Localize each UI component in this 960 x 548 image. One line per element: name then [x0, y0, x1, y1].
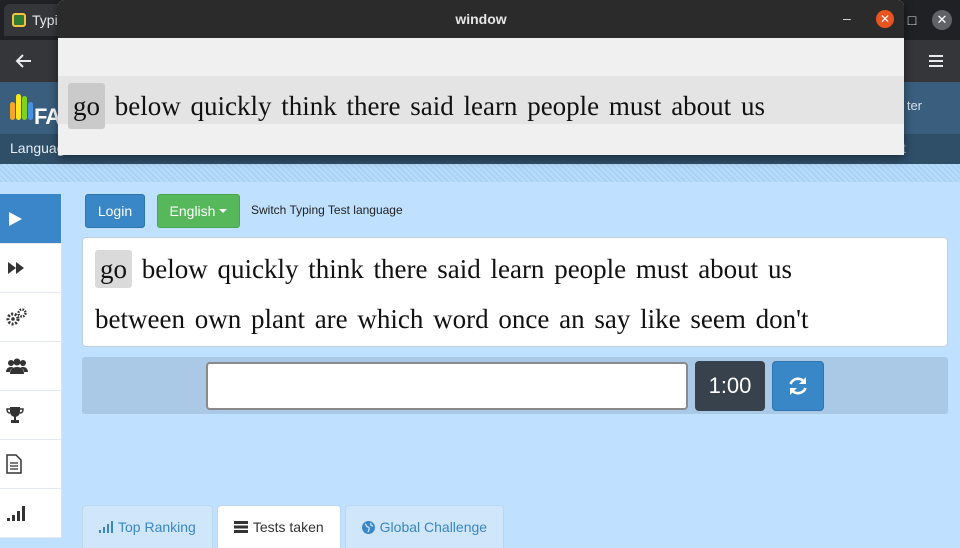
word: learn	[490, 254, 545, 284]
document-icon	[6, 454, 22, 474]
trophy-icon	[6, 407, 24, 423]
word: about	[698, 254, 759, 284]
language-dropdown-label: English	[169, 203, 216, 219]
list-icon	[233, 521, 248, 533]
tab-global-challenge[interactable]: Global Challenge	[344, 505, 505, 548]
caret-down-icon	[219, 209, 228, 213]
words-line-2: between own plant are which word once an…	[95, 294, 935, 344]
tab-label: Top Ranking	[118, 519, 196, 535]
browser-tab[interactable]: Typi	[4, 4, 66, 36]
site-favicon-icon	[12, 13, 26, 27]
header-pattern-stripe	[0, 164, 960, 182]
globe-icon	[361, 520, 375, 534]
word: are	[314, 304, 348, 334]
popup-titlebar: window – ✕	[58, 0, 904, 38]
word: us	[767, 254, 792, 284]
nav-languages-link[interactable]: Languag	[10, 140, 65, 156]
word: go	[95, 250, 132, 288]
minimize-icon[interactable]: –	[843, 10, 851, 26]
word: below	[141, 254, 208, 284]
tab-tests-taken[interactable]: Tests taken	[216, 505, 341, 548]
left-sidebar	[0, 194, 62, 538]
browser-window-controls: □ ✕	[898, 0, 960, 40]
play-icon	[9, 211, 22, 226]
word: us	[740, 91, 765, 121]
typing-input[interactable]	[206, 362, 688, 410]
sidebar-item-advanced[interactable]	[0, 244, 61, 293]
word: there	[373, 254, 428, 284]
gears-icon	[6, 308, 27, 326]
sidebar-item-typing-test[interactable]	[0, 194, 61, 244]
sidebar-item-statistics[interactable]	[0, 489, 61, 538]
browser-close-icon[interactable]: ✕	[932, 10, 952, 30]
signal-bars-icon	[7, 506, 25, 521]
hand-logo-icon	[8, 92, 34, 130]
browser-menu-icon[interactable]	[924, 49, 948, 73]
word: go	[68, 83, 105, 129]
word: an	[559, 304, 585, 334]
word-popup-window: window – ✕ go below quickly think there …	[58, 0, 904, 155]
restart-button[interactable]	[772, 361, 824, 411]
word: think	[308, 254, 364, 284]
word: must	[635, 254, 689, 284]
tab-label: Global Challenge	[379, 519, 488, 535]
word: there	[346, 91, 401, 121]
word: between	[95, 304, 185, 334]
back-arrow-icon[interactable]	[12, 49, 36, 73]
tab-top-ranking[interactable]: Top Ranking	[82, 505, 213, 548]
word: learn	[463, 91, 518, 121]
results-tabs: Top Ranking Tests taken Global Challenge	[82, 505, 505, 548]
word: don't	[755, 304, 809, 334]
word: must	[608, 91, 662, 121]
word: people	[554, 254, 627, 284]
popup-word-line: go below quickly think there said learn …	[58, 76, 904, 129]
language-dropdown[interactable]: English	[157, 194, 240, 228]
popup-title: window	[455, 11, 507, 27]
word: people	[527, 91, 600, 121]
bar-chart-icon	[99, 521, 113, 533]
word: plant	[250, 304, 305, 334]
users-icon	[6, 358, 28, 374]
input-row: 1:00	[82, 357, 948, 414]
words-display: go below quickly think there said learn …	[82, 237, 948, 347]
word: quickly	[190, 91, 272, 121]
sidebar-item-competitions[interactable]	[0, 391, 61, 440]
header-link[interactable]: ter	[907, 98, 922, 113]
sidebar-item-multiplayer[interactable]	[0, 342, 61, 391]
word: said	[410, 91, 454, 121]
refresh-icon	[789, 377, 807, 395]
countdown-timer: 1:00	[695, 361, 765, 411]
popup-close-icon[interactable]: ✕	[876, 10, 894, 28]
fast-forward-icon	[8, 262, 24, 274]
word: about	[671, 91, 732, 121]
tab-label: Tests taken	[252, 519, 324, 535]
word: once	[498, 304, 550, 334]
word: word	[433, 304, 489, 334]
word: like	[640, 304, 681, 334]
words-line-1: go below quickly think there said learn …	[95, 244, 935, 294]
language-hint-text: Switch Typing Test language	[251, 203, 403, 217]
login-button[interactable]: Login	[85, 194, 145, 228]
browser-tab-title: Typi	[32, 12, 58, 28]
word: quickly	[217, 254, 299, 284]
word: seem	[690, 304, 746, 334]
sidebar-item-settings[interactable]	[0, 293, 61, 342]
word: said	[437, 254, 481, 284]
word: think	[281, 91, 337, 121]
word: which	[357, 304, 424, 334]
sidebar-item-texts[interactable]	[0, 440, 61, 489]
word: own	[194, 304, 242, 334]
word: below	[114, 91, 181, 121]
word: say	[594, 304, 631, 334]
